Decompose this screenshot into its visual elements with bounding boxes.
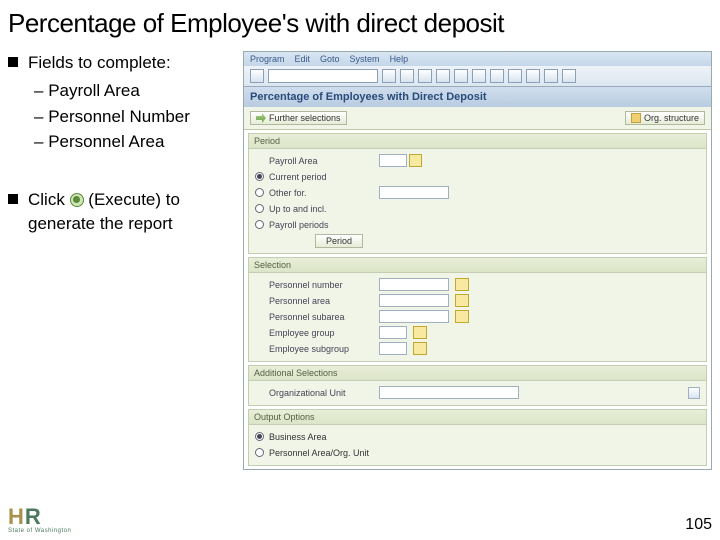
- toolbar-button[interactable]: [562, 69, 576, 83]
- sap-window: Program Edit Goto System Help: [243, 51, 712, 470]
- output-radio[interactable]: [255, 432, 264, 441]
- toolbar-button[interactable]: [382, 69, 396, 83]
- instruction-column: Fields to complete: – Payroll Area – Per…: [8, 51, 243, 470]
- menu-help[interactable]: Help: [390, 54, 409, 64]
- menu-goto[interactable]: Goto: [320, 54, 340, 64]
- standard-toolbar: [244, 66, 711, 87]
- additional-panel: Additional Selections Organizational Uni…: [248, 365, 707, 406]
- org-structure-button[interactable]: Org. structure: [625, 111, 705, 125]
- period-button[interactable]: Period: [315, 234, 363, 248]
- period-radio[interactable]: [255, 188, 264, 197]
- period-radio[interactable]: [255, 172, 264, 181]
- panel-header: Output Options: [249, 410, 706, 425]
- click-instruction: Click (Execute) to generate the report: [28, 188, 243, 236]
- radio-label: Personnel Area/Org. Unit: [269, 448, 369, 458]
- application-toolbar: Further selections Org. structure: [244, 107, 711, 130]
- panel-header: Additional Selections: [249, 366, 706, 381]
- sel-label: Employee subgroup: [269, 344, 379, 354]
- menu-bar: Program Edit Goto System Help: [244, 52, 711, 66]
- org-unit-label: Organizational Unit: [269, 388, 379, 398]
- panel-header: Period: [249, 134, 706, 149]
- sel-label: Personnel area: [269, 296, 379, 306]
- slide-title: Percentage of Employee's with direct dep…: [0, 0, 720, 51]
- toolbar-button[interactable]: [544, 69, 558, 83]
- command-field[interactable]: [268, 69, 378, 83]
- sel-input[interactable]: [379, 278, 449, 291]
- execute-icon: [70, 193, 84, 207]
- radio-label: Current period: [269, 172, 379, 182]
- menu-system[interactable]: System: [350, 54, 380, 64]
- org-icon: [631, 113, 641, 123]
- bullet-square-icon: [8, 57, 18, 67]
- bullet-square-icon: [8, 194, 18, 204]
- selection-panel: Selection Personnel number Personnel are…: [248, 257, 707, 362]
- menu-program[interactable]: Program: [250, 54, 285, 64]
- hr-logo: HR State of Washington: [8, 504, 71, 534]
- payroll-area-label: Payroll Area: [269, 156, 379, 166]
- further-selections-button[interactable]: Further selections: [250, 111, 347, 125]
- radio-label: Payroll periods: [269, 220, 379, 230]
- org-unit-input[interactable]: [379, 386, 519, 399]
- multi-select-button[interactable]: [413, 342, 427, 355]
- radio-label: Up to and incl.: [269, 204, 379, 214]
- sel-label: Personnel subarea: [269, 312, 379, 322]
- period-radio[interactable]: [255, 220, 264, 229]
- radio-label: Business Area: [269, 432, 327, 442]
- sel-input[interactable]: [379, 326, 407, 339]
- sel-label: Personnel number: [269, 280, 379, 290]
- period-radio[interactable]: [255, 204, 264, 213]
- toolbar-button[interactable]: [250, 69, 264, 83]
- fields-label: Fields to complete:: [28, 51, 171, 75]
- toolbar-button[interactable]: [436, 69, 450, 83]
- multi-select-button[interactable]: [455, 310, 469, 323]
- sel-input[interactable]: [379, 310, 449, 323]
- toolbar-button[interactable]: [418, 69, 432, 83]
- toolbar-button[interactable]: [490, 69, 504, 83]
- panel-header: Selection: [249, 258, 706, 273]
- sel-input[interactable]: [379, 294, 449, 307]
- toolbar-button[interactable]: [400, 69, 414, 83]
- value-help-button[interactable]: [409, 154, 422, 167]
- toolbar-button[interactable]: [454, 69, 468, 83]
- field-item: – Payroll Area: [34, 79, 243, 103]
- period-panel: Period Payroll Area Current period Other…: [248, 133, 707, 254]
- output-radio[interactable]: [255, 448, 264, 457]
- toolbar-button[interactable]: [472, 69, 486, 83]
- period-input[interactable]: [379, 186, 449, 199]
- menu-edit[interactable]: Edit: [295, 54, 311, 64]
- multi-select-button[interactable]: [455, 278, 469, 291]
- toolbar-button[interactable]: [508, 69, 522, 83]
- dropdown-button[interactable]: [688, 387, 700, 399]
- logo-subtitle: State of Washington: [8, 528, 71, 534]
- multi-select-button[interactable]: [413, 326, 427, 339]
- output-panel: Output Options Business Area Personnel A…: [248, 409, 707, 466]
- arrow-icon: [256, 113, 266, 123]
- field-item: – Personnel Number: [34, 105, 243, 129]
- sel-input[interactable]: [379, 342, 407, 355]
- multi-select-button[interactable]: [455, 294, 469, 307]
- field-item: – Personnel Area: [34, 130, 243, 154]
- sel-label: Employee group: [269, 328, 379, 338]
- toolbar-button[interactable]: [526, 69, 540, 83]
- report-title: Percentage of Employees with Direct Depo…: [244, 87, 711, 107]
- page-number: 105: [685, 516, 712, 534]
- payroll-area-input[interactable]: [379, 154, 407, 167]
- radio-label: Other for.: [269, 188, 379, 198]
